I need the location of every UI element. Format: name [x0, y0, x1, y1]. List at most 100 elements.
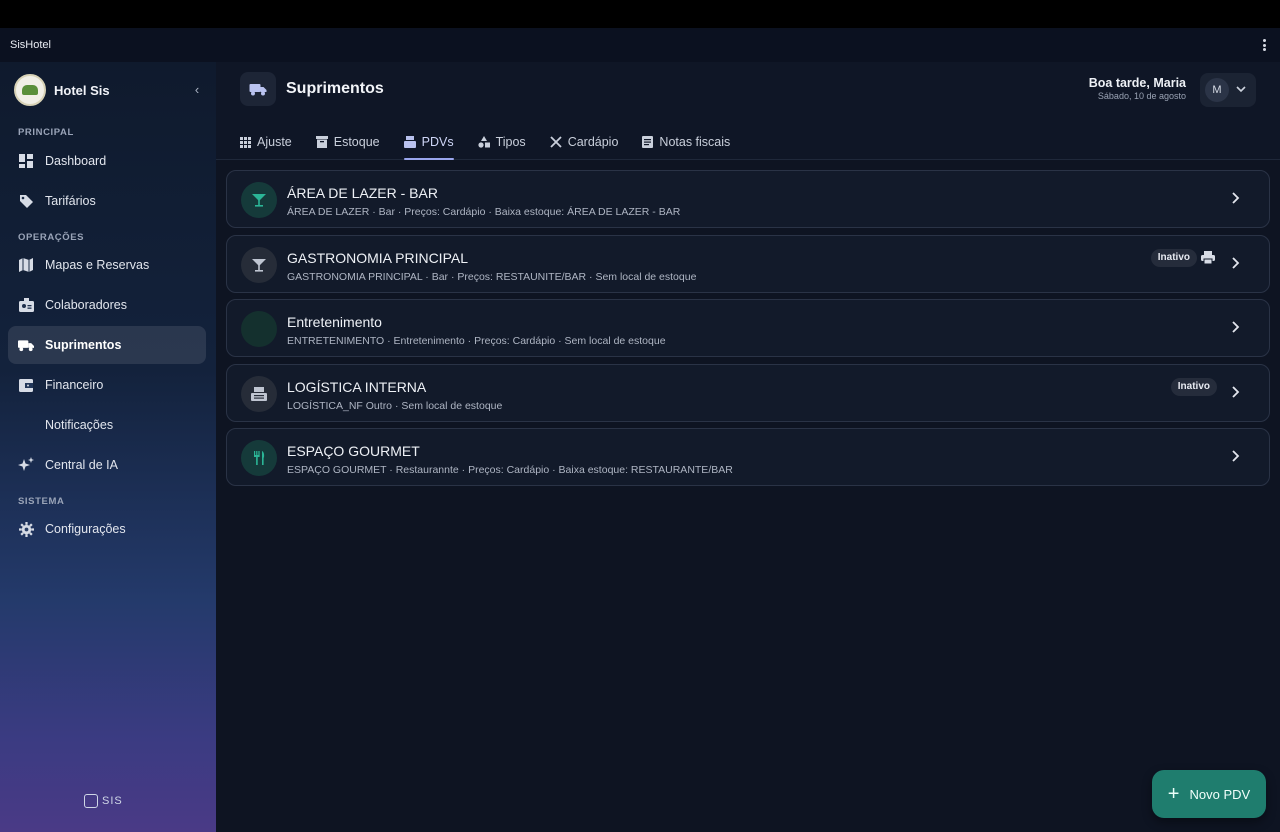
cocktail-icon — [241, 182, 277, 218]
brand: Hotel Sis ‹ — [14, 74, 204, 106]
sidebar-item-notificacoes[interactable]: Notificações — [8, 406, 206, 444]
badge-icon — [18, 297, 34, 313]
tab-label: Tipos — [495, 135, 526, 149]
greeting-text: Boa tarde, Maria — [1088, 76, 1186, 90]
greeting: Boa tarde, Maria Sábado, 10 de agosto — [1089, 76, 1186, 101]
tab-label: PDVs — [421, 135, 454, 149]
box-icon — [315, 136, 328, 148]
chevron-right-icon — [1232, 192, 1240, 204]
pdv-name: LOGÍSTICA INTERNA — [287, 378, 427, 395]
pdv-card-gastronomia-principal[interactable]: GASTRONOMIA PRINCIPAL GASTRONOMIA PRINCI… — [226, 234, 1270, 293]
sidebar-item-dashboard[interactable]: Dashboard — [8, 142, 206, 180]
tab-label: Cardápio — [567, 135, 619, 149]
dashboard-icon — [18, 153, 34, 169]
sis-footer-logo: SIS — [84, 794, 123, 808]
grid-icon — [240, 136, 251, 148]
tab-pdvs[interactable]: PDVs — [394, 124, 464, 160]
pdv-card-entretenimento[interactable]: Entretenimento ENTRETENIMENTO · Entreten… — [226, 299, 1270, 357]
wallet-icon — [18, 377, 34, 393]
sidebar-item-label: Central de IA — [45, 458, 118, 472]
sidebar-item-configuracoes[interactable]: Configurações — [8, 510, 206, 548]
pdv-details: ÁREA DE LAZER · Bar · Preços: Cardápio ·… — [287, 206, 681, 218]
status-strip — [0, 0, 1280, 28]
map-icon — [18, 257, 34, 273]
tab-label: Notas fiscais — [659, 135, 731, 149]
tab-label: Ajuste — [257, 135, 292, 149]
tab-estoque[interactable]: Estoque — [306, 124, 390, 160]
new-pdv-label: Novo PDV — [1189, 786, 1251, 802]
shapes-icon — [477, 136, 490, 148]
pdv-placeholder-icon — [241, 311, 277, 347]
pdv-card-espaco-gourmet[interactable]: ESPAÇO GOURMET ESPAÇO GOURMET · Restaura… — [226, 428, 1270, 486]
status-badge: Inativo — [1170, 377, 1217, 396]
sparkle-icon — [18, 457, 34, 473]
tab-notas-fiscais[interactable]: Notas fiscais — [632, 124, 740, 160]
brand-name: Hotel Sis — [54, 82, 110, 98]
pdv-name: Entretenimento — [287, 314, 382, 330]
app-bar: SisHotel — [0, 28, 1280, 62]
sidebar-item-mapas-reservas[interactable]: Mapas e Reservas — [8, 246, 206, 284]
sis-logo-icon — [84, 794, 98, 808]
cutlery-icon — [241, 440, 277, 476]
sidebar-item-label: Notificações — [45, 418, 114, 432]
cocktail-icon — [241, 246, 277, 283]
truck-icon — [240, 72, 276, 106]
section-principal: PRINCIPAL — [18, 127, 74, 138]
sidebar-item-label: Mapas e Reservas — [45, 258, 150, 272]
app-title: SisHotel — [10, 39, 51, 51]
user-menu-button[interactable]: M — [1200, 73, 1256, 107]
chevron-right-icon — [1232, 450, 1240, 462]
page-title: Suprimentos — [286, 80, 384, 97]
section-sistema: SISTEMA — [18, 496, 65, 507]
tab-ajuste[interactable]: Ajuste — [230, 124, 302, 160]
sidebar-item-central-ia[interactable]: Central de IA — [8, 446, 206, 484]
chevron-right-icon — [1232, 385, 1240, 398]
gear-icon — [18, 521, 34, 537]
tab-label: Estoque — [333, 135, 380, 149]
current-date: Sábado, 10 de agosto — [1097, 91, 1186, 101]
sidebar-item-financeiro[interactable]: Financeiro — [8, 366, 206, 404]
register-icon — [241, 375, 277, 412]
notification-icon — [18, 417, 34, 433]
sidebar-item-label: Financeiro — [45, 378, 104, 392]
pdv-details: GASTRONOMIA PRINCIPAL · Bar · Preços: RE… — [287, 270, 697, 283]
section-operacoes: OPERAÇÕES — [18, 232, 85, 243]
hotel-logo-icon — [14, 74, 46, 106]
sidebar-item-label: Suprimentos — [45, 338, 122, 352]
pdv-details: ESPAÇO GOURMET · Restaurannte · Preços: … — [287, 464, 733, 476]
plus-icon: + — [1167, 783, 1180, 805]
pdv-name: GASTRONOMIA PRINCIPAL — [287, 249, 468, 266]
sidebar-item-label: Tarifários — [45, 194, 96, 208]
new-pdv-button[interactable]: + Novo PDV — [1152, 770, 1266, 818]
sis-logo-text: SIS — [102, 795, 123, 807]
status-badge: Inativo — [1150, 248, 1197, 267]
collapse-sidebar-icon[interactable]: ‹ — [190, 83, 204, 97]
sidebar-item-label: Colaboradores — [45, 298, 127, 312]
sidebar-item-colaboradores[interactable]: Colaboradores — [8, 286, 206, 324]
page-header: Suprimentos Boa tarde, Maria Sábado, 10 … — [216, 62, 1280, 160]
pdv-list: ÁREA DE LAZER - BAR ÁREA DE LAZER · Bar … — [226, 170, 1270, 493]
tab-bar: Ajuste Estoque PDVs Tipos Cardápio Notas… — [230, 124, 744, 160]
sidebar: Hotel Sis ‹ PRINCIPAL Dashboard Tarifári… — [0, 62, 216, 832]
tab-tipos[interactable]: Tipos — [468, 124, 536, 160]
receipt-icon — [642, 136, 654, 148]
cutlery-icon — [550, 136, 562, 148]
chevron-down-icon — [1236, 85, 1246, 96]
sidebar-item-suprimentos[interactable]: Suprimentos — [8, 326, 206, 364]
register-icon — [403, 136, 416, 148]
sidebar-item-label: Dashboard — [45, 154, 107, 168]
sidebar-item-label: Configurações — [45, 522, 126, 536]
printer-icon[interactable] — [1201, 250, 1215, 265]
tab-cardapio[interactable]: Cardápio — [540, 124, 629, 160]
tag-icon — [18, 193, 34, 209]
more-menu-icon[interactable] — [1258, 37, 1270, 53]
avatar: M — [1205, 78, 1229, 102]
pdv-card-logistica-interna[interactable]: LOGÍSTICA INTERNA LOGÍSTICA_NF Outro · S… — [226, 363, 1270, 422]
pdv-card-area-lazer-bar[interactable]: ÁREA DE LAZER - BAR ÁREA DE LAZER · Bar … — [226, 170, 1270, 228]
pdv-details: LOGÍSTICA_NF Outro · Sem local de estoqu… — [287, 399, 503, 412]
truck-icon — [18, 337, 34, 353]
chevron-right-icon — [1232, 321, 1240, 333]
pdv-name: ESPAÇO GOURMET — [287, 443, 420, 459]
pdv-name: ÁREA DE LAZER - BAR — [287, 185, 438, 201]
sidebar-item-tarifarios[interactable]: Tarifários — [8, 182, 206, 220]
